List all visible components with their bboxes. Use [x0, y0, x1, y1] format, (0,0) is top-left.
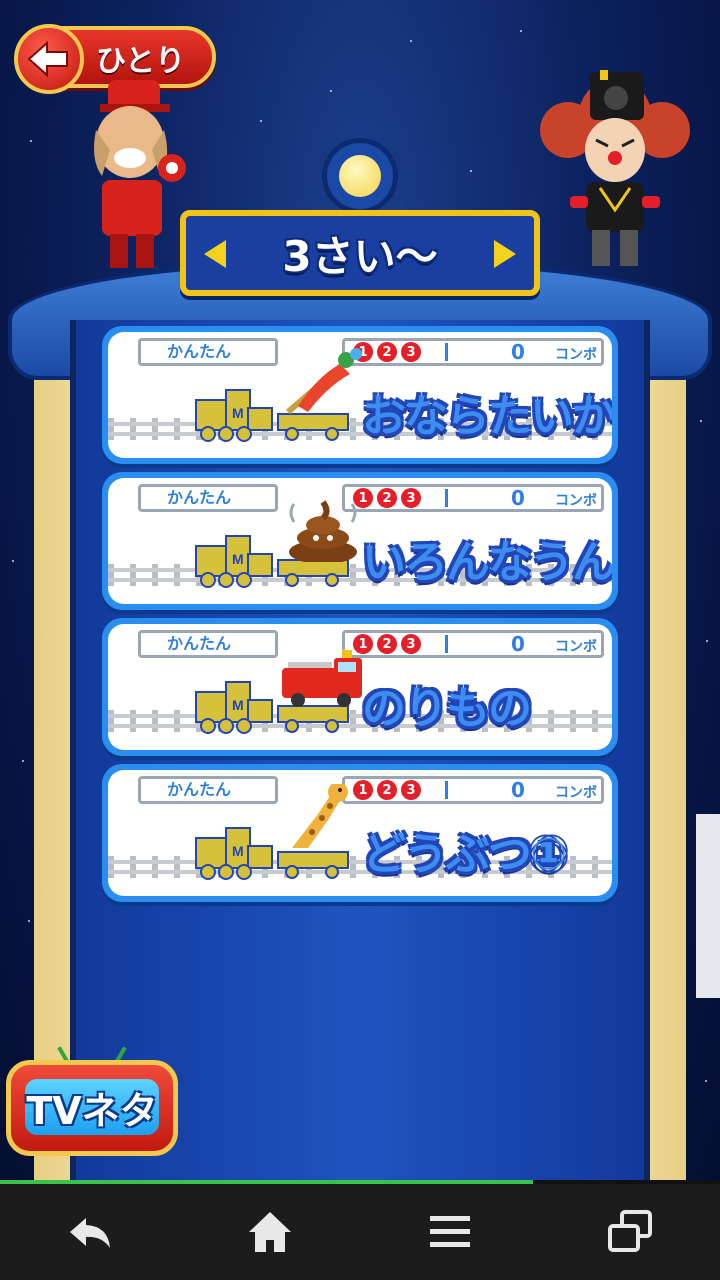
progress-dot: 3: [401, 488, 421, 508]
divider: [445, 489, 448, 507]
score-box: 123 0 コンボ: [342, 630, 604, 658]
headlamp-icon: [322, 138, 398, 214]
home-icon: [249, 1212, 291, 1252]
tv-neta-label: TVネタ: [26, 1088, 158, 1133]
progress-dot: 2: [377, 488, 397, 508]
nav-recent-apps-button[interactable]: [590, 1192, 670, 1272]
category-title: 3さい〜: [282, 231, 438, 281]
tv-icon: TVネタ: [6, 1060, 178, 1156]
nav-menu-button[interactable]: [410, 1192, 490, 1272]
fire-truck-icon: [282, 650, 362, 707]
divider: [445, 343, 448, 361]
back-button[interactable]: ひとり: [14, 24, 216, 94]
progress-dot: 2: [377, 634, 397, 654]
tv-neta-button[interactable]: TVネタ: [6, 1046, 178, 1156]
game-card-body: かんたん 123 0 コンボ M いろんなうんち: [108, 478, 612, 604]
prev-category-arrow-icon[interactable]: [204, 240, 226, 268]
progress-dot: 2: [377, 780, 397, 800]
difficulty-label: かんたん: [138, 338, 278, 366]
combo-label: コンボ: [555, 347, 597, 363]
combo-count: 0: [511, 778, 525, 802]
progress-dot: 2: [377, 342, 397, 362]
progress-dot: 3: [401, 342, 421, 362]
side-drawer-handle[interactable]: [696, 814, 720, 998]
nav-back-button[interactable]: [50, 1192, 130, 1272]
combo-label: コンボ: [555, 639, 597, 655]
combo-count: 0: [511, 486, 525, 510]
divider: [445, 781, 448, 799]
combo-count: 0: [511, 632, 525, 656]
game-title: いろんなうんち: [362, 537, 612, 588]
fart-gas-icon: [286, 348, 362, 415]
next-category-arrow-icon[interactable]: [494, 240, 516, 268]
conductor-character-left: [94, 80, 186, 268]
score-box: 123 0 コンボ: [342, 338, 604, 366]
score-box: 123 0 コンボ: [342, 776, 604, 804]
svg-text:M: M: [232, 405, 244, 421]
combo-label: コンボ: [555, 493, 597, 509]
game-card[interactable]: かんたん 123 0 コンボ M おならたいかい: [102, 326, 618, 464]
svg-text:M: M: [232, 843, 244, 859]
system-navigation-bar: [0, 1184, 720, 1280]
progress-dot: 3: [401, 780, 421, 800]
game-title: おならたいかい: [362, 391, 612, 442]
game-card-body: かんたん 123 0 コンボ M のりもの: [108, 624, 612, 750]
score-box: 123 0 コンボ: [342, 484, 604, 512]
progress-dot: 3: [401, 634, 421, 654]
category-selector: 3さい〜: [180, 210, 540, 296]
combo-label: コンボ: [555, 785, 597, 801]
difficulty-label: かんたん: [138, 630, 278, 658]
svg-text:M: M: [232, 697, 244, 713]
poop-icon: [289, 500, 357, 562]
back-icon: [70, 1218, 110, 1248]
divider: [445, 635, 448, 653]
game-title: のりもの: [362, 683, 532, 734]
game-card-body: かんたん 123 0 コンボ M どうぶつ①: [108, 770, 612, 896]
recent-apps-icon: [608, 1210, 652, 1252]
game-card-body: かんたん 123 0 コンボ M おならたいかい: [108, 332, 612, 458]
game-card[interactable]: かんたん 123 0 コンボ M どうぶつ①: [102, 764, 618, 902]
rails: [108, 710, 612, 732]
difficulty-label: かんたん: [138, 776, 278, 804]
combo-count: 0: [511, 340, 525, 364]
difficulty-label: かんたん: [138, 484, 278, 512]
clown-character-right: [540, 70, 690, 266]
menu-icon: [430, 1216, 470, 1247]
back-button-label: ひとり: [96, 44, 186, 79]
game-card[interactable]: かんたん 123 0 コンボ M いろんなうんち: [102, 472, 618, 610]
game-title: どうぶつ①: [362, 829, 567, 880]
back-arrow-icon: [14, 24, 84, 94]
giraffe-icon: [292, 784, 348, 848]
game-card[interactable]: かんたん 123 0 コンボ M のりもの: [102, 618, 618, 756]
nav-home-button[interactable]: [230, 1192, 310, 1272]
svg-text:M: M: [232, 551, 244, 567]
